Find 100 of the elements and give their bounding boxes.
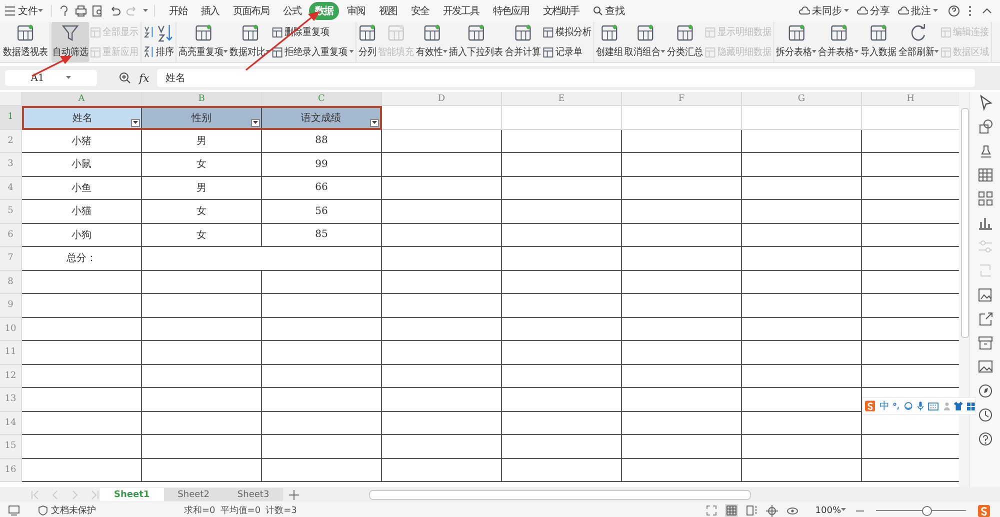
table-cell: 男: [142, 130, 262, 153]
print-icon[interactable]: [75, 5, 87, 17]
sheet-icon: [272, 46, 283, 58]
vertical-scrollbar[interactable]: [959, 92, 970, 487]
ribbon-tab[interactable]: 特色应用: [487, 2, 535, 20]
ribbon-button[interactable]: 拒绝录入重复项: [272, 45, 354, 59]
function-label[interactable]: fx: [139, 72, 150, 84]
preview-icon[interactable]: [92, 5, 104, 17]
table-cell: 66: [262, 176, 382, 200]
table-cell: 85: [262, 224, 382, 247]
ribbon-button[interactable]: 合并表格: [817, 22, 860, 62]
zoom-icon[interactable]: [119, 72, 131, 84]
microphone-icon[interactable]: [917, 401, 924, 411]
ribbon-button[interactable]: 分列: [357, 22, 378, 62]
ribbon-button[interactable]: 有效性: [415, 22, 448, 62]
ribbon-button[interactable]: 导入数据: [860, 22, 898, 62]
table-icon[interactable]: [976, 166, 994, 183]
eye-icon[interactable]: [786, 505, 800, 516]
filter-dropdown[interactable]: [370, 118, 379, 126]
fullscreen-icon[interactable]: [706, 505, 718, 516]
ribbon-button[interactable]: 自动筛选: [51, 22, 90, 62]
protection-status[interactable]: 文档未保护: [38, 504, 96, 517]
gallery-icon[interactable]: [976, 286, 994, 303]
keyboard-icon[interactable]: [928, 402, 939, 410]
archive-icon[interactable]: [976, 334, 994, 351]
export-icon[interactable]: [976, 310, 994, 327]
toolbar-button[interactable]: 分享: [857, 4, 890, 18]
refresh-icon: [910, 24, 928, 42]
zoom-dropdown[interactable]: 100%: [815, 506, 846, 516]
filter-dropdown[interactable]: [251, 118, 260, 126]
ribbon-button[interactable]: 高亮重复项: [177, 22, 229, 62]
table-cell: 88: [262, 130, 382, 153]
undo-icon[interactable]: [109, 5, 121, 17]
formula-field[interactable]: 姓名: [157, 69, 975, 87]
caret-icon: [133, 120, 138, 124]
ribbon-button[interactable]: 模拟分析: [542, 25, 592, 39]
sheet-tab[interactable]: Sheet1: [100, 488, 164, 501]
ribbon-tab[interactable]: 文档助手: [537, 2, 585, 20]
horizontal-scrollbar[interactable]: [369, 490, 752, 500]
sliders-icon[interactable]: [976, 238, 994, 255]
page-view-icon[interactable]: [746, 505, 758, 516]
ribbon-tab[interactable]: 安全: [405, 2, 435, 20]
more-icon[interactable]: [968, 5, 972, 17]
ribbon-tab[interactable]: 公式: [277, 2, 307, 20]
ribbon-button[interactable]: 排序: [154, 22, 175, 62]
search-button[interactable]: 查找: [593, 4, 625, 18]
crosshair-icon[interactable]: [766, 504, 778, 516]
grid-icon[interactable]: [967, 402, 975, 410]
input-mode[interactable]: 中: [879, 399, 890, 413]
file-menu[interactable]: 文件: [18, 4, 43, 18]
table-cell: 总分：: [22, 247, 142, 270]
shirt-icon[interactable]: [954, 401, 964, 411]
hook-icon[interactable]: [58, 5, 70, 17]
ribbon-tab[interactable]: 审阅: [341, 2, 371, 20]
funnel-icon: [61, 24, 80, 42]
history-icon[interactable]: [976, 406, 994, 423]
help-icon[interactable]: [948, 5, 960, 17]
help-icon[interactable]: [976, 430, 994, 447]
menu-icon[interactable]: [4, 6, 16, 16]
toolbar-button[interactable]: 未同步: [799, 4, 849, 18]
collapse-icon[interactable]: [982, 7, 992, 15]
sheet-tab[interactable]: Sheet2: [164, 488, 224, 501]
status-stat: 平均值=0: [220, 504, 261, 517]
grid-view-icon[interactable]: [725, 504, 738, 517]
sheet-icon: [422, 24, 441, 42]
ribbon-tab[interactable]: 开发工具: [437, 2, 485, 20]
ribbon-tab[interactable]: 开始: [163, 2, 193, 20]
ribbon-button[interactable]: 拆分表格: [775, 22, 818, 62]
zoom-out-icon[interactable]: [856, 508, 864, 514]
sogou-logo-icon[interactable]: [865, 400, 876, 412]
shapes-icon[interactable]: [976, 118, 994, 135]
punctuation-icon[interactable]: [893, 401, 900, 411]
ribbon-button[interactable]: 记录单: [542, 45, 592, 59]
ribbon-button[interactable]: 取消组合: [624, 22, 666, 62]
grid-icon[interactable]: [976, 190, 994, 207]
smiley-icon[interactable]: [904, 401, 914, 411]
sort-descending-icon[interactable]: [143, 46, 154, 58]
ribbon-button[interactable]: 全部刷新: [897, 22, 940, 62]
toolbar-button[interactable]: 批注: [898, 4, 938, 18]
ribbon-tab[interactable]: 插入: [195, 2, 225, 20]
ribbon-button[interactable]: 数据透视表: [2, 22, 49, 62]
ribbon-tab[interactable]: 页面布局: [227, 2, 275, 20]
sheet-icon: [16, 24, 34, 42]
ribbon-button[interactable]: 创建组: [595, 22, 624, 62]
ribbon-button[interactable]: 插入下拉列表: [448, 22, 504, 62]
slider-thumb[interactable]: [922, 506, 932, 516]
sheet-icon: [240, 24, 259, 42]
add-sheet-icon[interactable]: [289, 490, 300, 500]
ribbon-tab[interactable]: 视图: [373, 2, 403, 20]
sort-ascending-icon[interactable]: [143, 26, 154, 38]
table-cell: 女: [142, 200, 262, 224]
sogou-logo-icon[interactable]: [978, 504, 990, 516]
image-icon[interactable]: [976, 358, 994, 375]
filter-dropdown[interactable]: [131, 118, 140, 126]
caret-icon: [933, 9, 938, 13]
compass-icon[interactable]: [976, 382, 994, 399]
document-icon[interactable]: [8, 505, 20, 516]
sheet-tab[interactable]: Sheet3: [223, 488, 284, 501]
ribbon-button[interactable]: 分类汇总: [666, 22, 704, 62]
ribbon-button[interactable]: 合并计算: [504, 22, 542, 62]
